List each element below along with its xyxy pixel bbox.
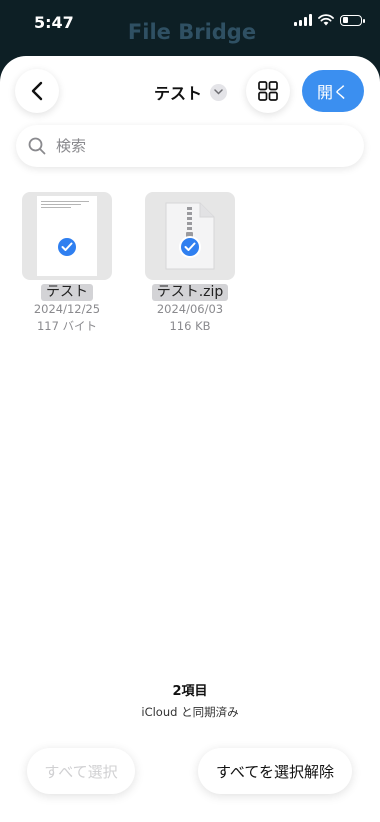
back-button[interactable] [15, 69, 59, 113]
checkmark-icon [179, 236, 201, 258]
folder-title-menu[interactable]: テスト [154, 80, 228, 104]
file-size: 116 KB [169, 319, 211, 333]
file-thumbnail[interactable] [22, 192, 112, 280]
select-all-button[interactable]: すべて選択 [27, 748, 135, 794]
chevron-down-icon [210, 83, 228, 101]
checkmark-icon [56, 236, 78, 258]
sync-status: iCloud と同期済み [141, 705, 239, 719]
search-icon [28, 137, 46, 155]
file-item[interactable]: テスト 2024/12/25 117 バイト [12, 192, 122, 335]
status-bar: 5:47 File Bridge [0, 0, 380, 50]
deselect-all-button[interactable]: すべてを選択解除 [198, 748, 352, 794]
file-picker-sheet: テスト 開く 検索 テスト 2024/12/25 117 バイト テスト.zip… [0, 56, 380, 822]
battery-icon [340, 14, 365, 26]
search-bar[interactable] [16, 125, 364, 167]
search-input[interactable] [54, 136, 338, 156]
file-name: テスト [41, 284, 93, 301]
file-item[interactable]: テスト.zip 2024/06/03 116 KB [135, 192, 245, 335]
folder-name: テスト [154, 84, 203, 103]
grid-view-button[interactable] [246, 69, 290, 113]
wifi-icon [318, 14, 334, 26]
file-thumbnail[interactable] [145, 192, 235, 280]
file-size: 117 バイト [36, 319, 98, 333]
chevron-left-icon [31, 81, 43, 101]
file-name: テスト.zip [151, 284, 229, 301]
item-count: 2項目 [172, 684, 208, 699]
open-button[interactable]: 開く [302, 70, 364, 112]
file-date: 2024/06/03 [156, 302, 224, 316]
cellular-signal-icon [294, 14, 312, 26]
status-icons [294, 14, 365, 26]
file-date: 2024/12/25 [33, 302, 101, 316]
grid-icon [258, 81, 278, 101]
